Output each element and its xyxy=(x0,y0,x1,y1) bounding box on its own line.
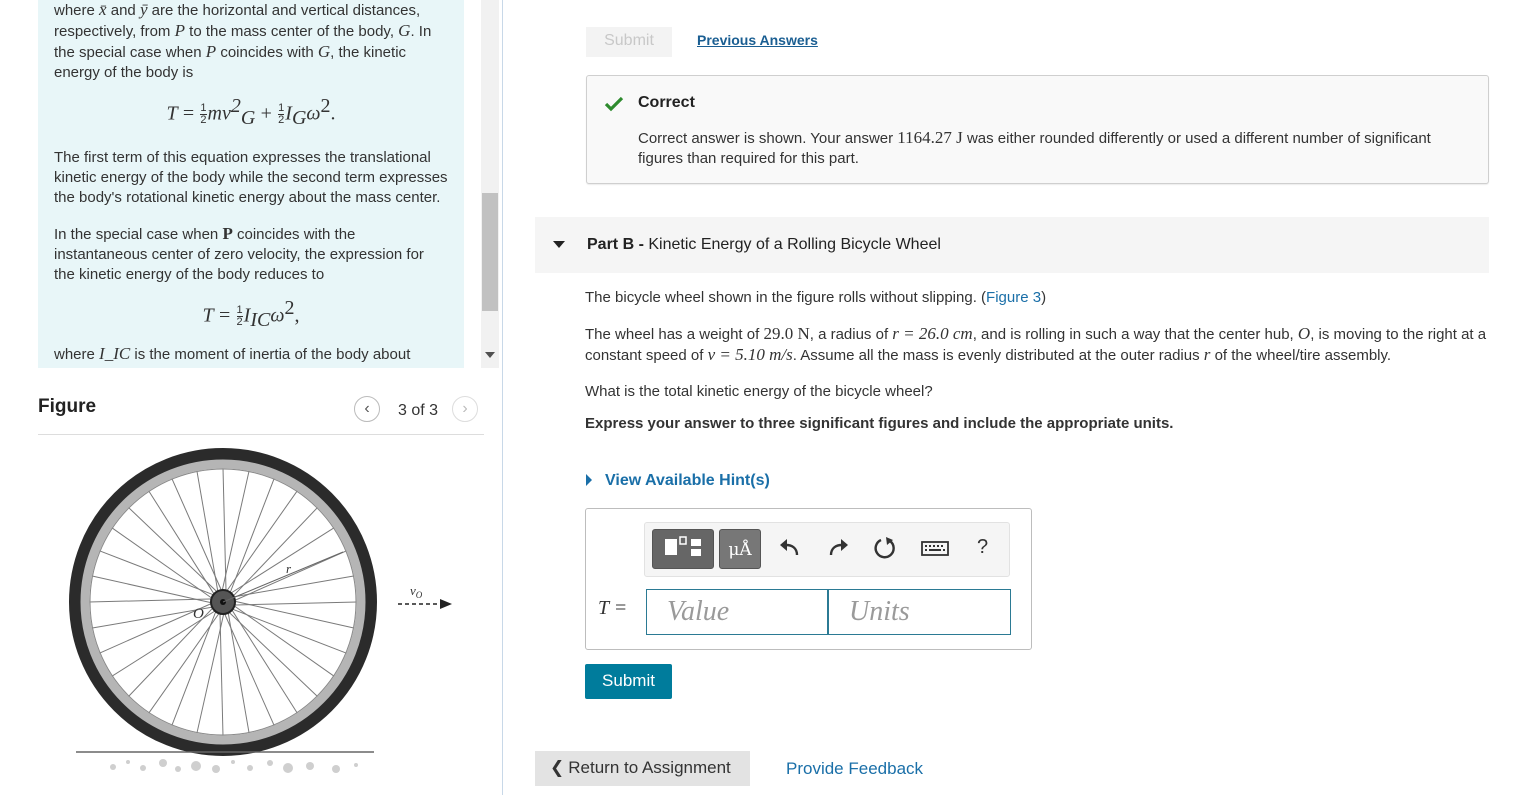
answer-label: T = xyxy=(598,597,628,619)
figure-prev-button[interactable]: ‹ xyxy=(354,396,380,422)
instantaneous-center-equation: T = 1 2 IICω2, xyxy=(202,297,300,332)
chevron-right-icon: › xyxy=(462,400,468,417)
wheel-spoke xyxy=(91,575,215,604)
provide-feedback-link[interactable]: Provide Feedback xyxy=(786,759,923,779)
radius-line xyxy=(222,551,344,603)
previous-answers-link[interactable]: Previous Answers xyxy=(697,32,818,48)
part-a-submit-button-disabled: Submit xyxy=(586,27,672,57)
templates-icon xyxy=(665,536,701,556)
check-icon xyxy=(604,96,624,112)
part-b-title: Part B - Kinetic Energy of a Rolling Bic… xyxy=(587,236,941,253)
intro-paragraph-1: where x̄ and ȳ are the horizontal and ve… xyxy=(54,0,432,81)
figure-header: Figure ‹ 3 of 3 › xyxy=(38,392,484,435)
figure-title: Figure xyxy=(38,396,97,417)
view-hints-link[interactable]: View Available Hint(s) xyxy=(605,472,770,490)
intro-paragraph-2: The first term of this equation expresse… xyxy=(54,149,448,207)
kinetic-energy-equation: T = 1 2 mv2G + 1 2 IGω2. xyxy=(166,95,336,130)
wheel-spoke xyxy=(231,600,355,629)
reset-icon[interactable] xyxy=(872,535,898,561)
figure-3-link[interactable]: Figure 3 xyxy=(986,289,1041,306)
figure-counter: 3 of 3 xyxy=(398,402,439,419)
correct-feedback-box: Correct Correct answer is shown. Your an… xyxy=(586,75,1489,184)
scroll-down-icon[interactable] xyxy=(485,352,495,358)
symbols-button[interactable]: μÅ xyxy=(719,529,761,569)
wheel-spoke xyxy=(229,607,298,714)
intro-scroll-region[interactable]: where x̄ and ȳ are the horizontal and ve… xyxy=(38,0,464,368)
ground-gravel xyxy=(110,759,358,773)
intro-paragraph-4: where I_IC is the moment of inertia of t… xyxy=(54,344,411,364)
templates-button[interactable] xyxy=(652,529,714,569)
help-button[interactable]: ? xyxy=(977,536,988,559)
submit-button[interactable]: Submit xyxy=(585,664,672,699)
velocity-label: vO xyxy=(410,583,423,600)
part-b-instruction: Express your answer to three significant… xyxy=(585,415,1174,432)
math-toolbar: μÅ ? xyxy=(644,522,1010,577)
left-pane: where x̄ and ȳ are the horizontal and ve… xyxy=(0,0,503,795)
return-to-assignment-button[interactable]: ❮ Return to Assignment xyxy=(535,751,750,786)
units-input[interactable]: Units xyxy=(828,589,1011,635)
part-b-question: What is the total kinetic energy of the … xyxy=(585,383,933,400)
scrollbar-thumb[interactable] xyxy=(482,193,498,311)
keyboard-icon[interactable] xyxy=(921,535,949,561)
wheel-spoke xyxy=(196,610,225,734)
wheel-spoke xyxy=(221,470,250,594)
caret-down-icon[interactable] xyxy=(553,241,565,248)
chevron-left-icon: ‹ xyxy=(364,400,370,417)
chevron-left-icon: ❮ xyxy=(550,758,565,777)
center-label: O xyxy=(193,606,204,622)
correct-message: Correct answer is shown. Your answer 116… xyxy=(638,128,1431,167)
intro-paragraph-3: In the special case when P coincides wit… xyxy=(54,224,424,284)
wheel-spoke xyxy=(228,527,335,596)
part-b-description: The wheel has a weight of 29.0 N, a radi… xyxy=(585,324,1487,364)
undo-icon[interactable] xyxy=(777,535,803,561)
caret-right-icon xyxy=(586,474,592,486)
intro-scrollbar[interactable] xyxy=(481,0,499,368)
part-b-header[interactable]: Part B - Kinetic Energy of a Rolling Bic… xyxy=(535,217,1489,273)
redo-icon[interactable] xyxy=(825,535,851,561)
part-b-intro: The bicycle wheel shown in the figure ro… xyxy=(585,289,1047,306)
wheel-spoke xyxy=(148,490,217,597)
bicycle-wheel-figure: r O vO xyxy=(69,448,452,773)
part-b-question-area: The bicycle wheel shown in the figure ro… xyxy=(585,288,1490,434)
value-input[interactable]: Value xyxy=(646,589,828,635)
answer-box: μÅ ? T = Value Units xyxy=(585,508,1032,650)
figure-next-button[interactable]: › xyxy=(452,396,478,422)
correct-status-title: Correct xyxy=(638,94,695,111)
